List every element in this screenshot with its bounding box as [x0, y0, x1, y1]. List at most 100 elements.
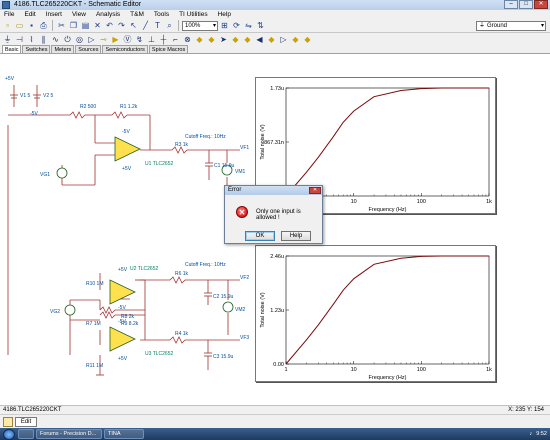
y-tick-label: 1.23u: [270, 308, 284, 314]
zoom-icon[interactable]: ⌕: [164, 20, 175, 31]
opamp-u3[interactable]: [109, 326, 136, 352]
cut-icon[interactable]: ✂: [56, 20, 67, 31]
menu-insert[interactable]: Insert: [46, 10, 62, 19]
rotate-icon[interactable]: ⟳: [231, 20, 242, 31]
opamp-u1[interactable]: [114, 136, 141, 162]
menu-tools[interactable]: Tools: [154, 10, 169, 19]
transistor-icon[interactable]: ⊸: [98, 34, 109, 45]
label-vf3: VF3: [240, 335, 249, 341]
paste-icon[interactable]: ▤: [80, 20, 91, 31]
source-vg1[interactable]: [56, 167, 68, 179]
save-icon[interactable]: ▪: [26, 20, 37, 31]
taskbar-forums[interactable]: Forums - Precision D...: [36, 429, 102, 439]
title-bar: 4186.TLC265220CKT - Schematic Editor – □…: [0, 0, 550, 10]
chip-icon-4[interactable]: ◆: [242, 34, 253, 45]
new-icon[interactable]: ▫: [2, 20, 13, 31]
capacitor-icon[interactable]: ∥: [38, 34, 49, 45]
taskbar-tina[interactable]: TINA: [104, 429, 144, 439]
print-icon[interactable]: ⎙: [38, 20, 49, 31]
inductor-icon[interactable]: ∿: [50, 34, 61, 45]
system-tray: ♪ 9:52: [530, 429, 547, 439]
menu-ti-utilities[interactable]: TI Utilities: [179, 10, 208, 19]
maximize-button[interactable]: □: [519, 0, 533, 9]
capacitor-icon-2[interactable]: ⊥: [146, 34, 157, 45]
menu-file[interactable]: File: [4, 10, 14, 19]
opamp-icon[interactable]: ▶: [110, 34, 121, 45]
ground-icon[interactable]: ⏚: [2, 34, 13, 45]
chip-icon-3[interactable]: ◆: [230, 34, 241, 45]
lamp-icon[interactable]: ⊗: [182, 34, 193, 45]
ground-select[interactable]: Ground: [476, 21, 546, 31]
flip-icon[interactable]: ⇅: [255, 20, 266, 31]
tab-meters[interactable]: Meters: [51, 45, 75, 53]
minimize-button[interactable]: –: [504, 0, 518, 9]
switch-icon[interactable]: ⏻: [62, 34, 73, 45]
undo-icon[interactable]: ↶: [104, 20, 115, 31]
help-button[interactable]: Help: [281, 231, 311, 241]
dialog-message: Only one input is allowed !: [256, 209, 301, 221]
switch-icon-2[interactable]: ⌐: [170, 34, 181, 45]
pointer-icon[interactable]: ↖: [128, 20, 139, 31]
diode-icon[interactable]: ▷: [86, 34, 97, 45]
ok-button[interactable]: OK: [245, 231, 275, 241]
label-neg5-top: -5V: [122, 129, 130, 135]
label-u2: U2 TLC2652: [130, 266, 158, 272]
resistor-icon[interactable]: ⌇: [26, 34, 37, 45]
grid-icon[interactable]: ⊞: [219, 20, 230, 31]
battery-icon[interactable]: ⊣: [14, 34, 25, 45]
menu-tm[interactable]: T&M: [130, 10, 144, 19]
y-tick-label: 2.46u: [270, 254, 284, 260]
chip-icon-5[interactable]: ◆: [266, 34, 277, 45]
tab-switches[interactable]: Switches: [22, 45, 51, 53]
chip-icon-2[interactable]: ◆: [206, 34, 217, 45]
tab-basic[interactable]: Basic: [2, 45, 22, 53]
chip-icon-6[interactable]: ◆: [290, 34, 301, 45]
edit-tab[interactable]: Edit: [15, 417, 37, 427]
taskbar-explorer[interactable]: [18, 429, 34, 439]
delete-icon[interactable]: ✕: [92, 20, 103, 31]
menu-bar: File Edit Insert View Analysis T&M Tools…: [0, 10, 550, 19]
redo-icon[interactable]: ↷: [116, 20, 127, 31]
menu-view[interactable]: View: [72, 10, 86, 19]
document-bar: Edit: [0, 414, 550, 428]
noise-graph-bottom[interactable]: 1 10 100 1k 2.46u 1.23u 0.00 Frequency (Hz) Tota…: [255, 245, 496, 382]
dialog-close-button[interactable]: ✕: [309, 187, 321, 194]
noise-series-line: [285, 87, 489, 197]
tray-volume-icon[interactable]: ♪: [530, 429, 533, 439]
wire-icon[interactable]: ╱: [140, 20, 151, 31]
copy-icon[interactable]: ❐: [68, 20, 79, 31]
wire-junction-icon[interactable]: ┼: [158, 34, 169, 45]
component-tabs: Basic Switches Meters Sources Semiconduc…: [0, 45, 550, 54]
label-supply-neg: -5V: [30, 111, 38, 117]
opamp-u2[interactable]: [109, 279, 136, 305]
arrow-right-icon[interactable]: ➤: [218, 34, 229, 45]
meter-icon[interactable]: Ⓥ: [122, 34, 133, 45]
chip-icon-7[interactable]: ◆: [302, 34, 313, 45]
menu-edit[interactable]: Edit: [24, 10, 35, 19]
probe-icon[interactable]: ↯: [134, 34, 145, 45]
label-r4: R4 1k: [175, 331, 189, 337]
open-icon[interactable]: ▭: [14, 20, 25, 31]
mirror-icon[interactable]: ⇋: [243, 20, 254, 31]
source-icon[interactable]: ◎: [74, 34, 85, 45]
tab-sources[interactable]: Sources: [75, 45, 102, 53]
text-icon[interactable]: T: [152, 20, 163, 31]
tab-semiconductors[interactable]: Semiconductors: [102, 45, 148, 53]
menu-analysis[interactable]: Analysis: [96, 10, 120, 19]
start-button[interactable]: [3, 428, 15, 440]
x-tick-label: 100: [417, 367, 426, 373]
label-c3: C3 15.9u: [213, 354, 234, 360]
voltmeter-vm2[interactable]: [222, 301, 234, 313]
menu-help[interactable]: Help: [218, 10, 231, 19]
label-r7: R7 1M: [86, 321, 101, 327]
tab-spice-macros[interactable]: Spice Macros: [148, 45, 189, 53]
source-vg2[interactable]: [64, 304, 76, 316]
close-button[interactable]: ✕: [534, 0, 548, 9]
gate-icon[interactable]: ▷: [278, 34, 289, 45]
amp-icon[interactable]: ◀: [254, 34, 265, 45]
window-controls: – □ ✕: [504, 0, 548, 10]
chip-icon[interactable]: ◆: [194, 34, 205, 45]
label-pos5-b: +5V: [118, 356, 128, 362]
label-vm2: VM2: [235, 307, 246, 313]
zoom-select[interactable]: 100%: [182, 20, 218, 31]
